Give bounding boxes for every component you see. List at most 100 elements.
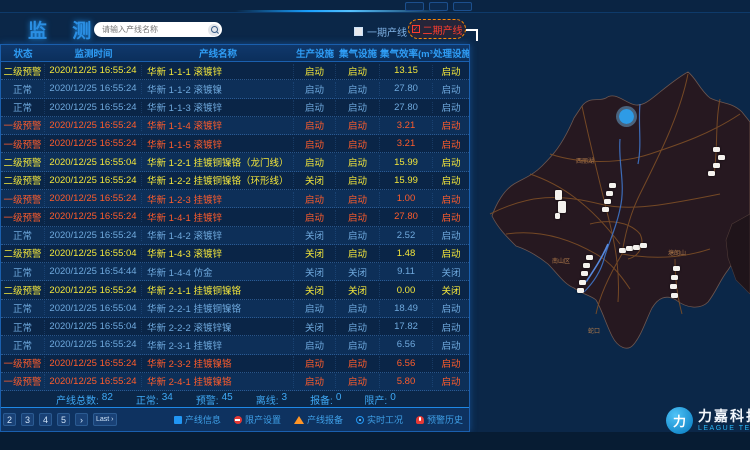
warning-value: 45 [222, 392, 233, 407]
table-row[interactable]: 一级预警2020/12/25 16:55:24华新 1-2-3 挂镀锌启动启动1… [1, 190, 469, 208]
table-row[interactable]: 一级预警2020/12/25 16:55:24华新 1-1-5 滚镀锌启动启动3… [1, 135, 469, 153]
table-cell: 关闭 [294, 320, 336, 334]
decor-box [453, 2, 472, 11]
search-box[interactable] [94, 22, 222, 37]
map-label: 西丽湖 [576, 156, 594, 165]
district-map[interactable]: 西丽湖塘朗山南山区蛇口 [470, 44, 750, 450]
search-input[interactable] [102, 25, 208, 34]
table-cell: 2020/12/25 16:55:24 [45, 230, 142, 241]
table-cell: 启动 [294, 338, 336, 352]
last-page-button[interactable]: Last › [93, 413, 117, 426]
table-cell: 关闭 [294, 228, 336, 242]
table-cell: 0.00 [380, 285, 433, 296]
page-button-3[interactable]: 3 [21, 413, 34, 426]
map-marker[interactable] [708, 171, 715, 176]
table-cell: 2020/12/25 16:55:24 [45, 339, 142, 350]
table-cell: 华新 2-4-1 挂镀镍铬 [142, 374, 294, 388]
table-cell: 2020/12/25 16:55:24 [45, 65, 142, 76]
realtime-status-icon [356, 416, 364, 424]
table-row[interactable]: 正常2020/12/25 16:54:44华新 1-4-4 仿金关闭关闭9.11… [1, 263, 469, 281]
table-row[interactable]: 一级预警2020/12/25 16:55:24华新 2-4-1 挂镀镍铬启动启动… [1, 373, 469, 391]
table-cell: 一级预警 [1, 374, 45, 388]
monitor-table-panel: 状态 监测时间 产线名称 生产设施 集气设施 集气效率(m³/s) 处理设施 二… [0, 44, 470, 432]
map-marker[interactable] [579, 280, 586, 285]
page-button-4[interactable]: 4 [39, 413, 52, 426]
table-row[interactable]: 二级预警2020/12/25 16:55:24华新 1-1-1 滚镀锌启动启动1… [1, 62, 469, 80]
map-label: 南山区 [552, 256, 570, 265]
table-row[interactable]: 正常2020/12/25 16:55:04华新 2-2-2 滚镀锌镍关闭启动17… [1, 318, 469, 336]
table-cell: 27.80 [380, 102, 433, 113]
map-marker[interactable] [713, 147, 720, 152]
phase2-button[interactable]: ✓ 二期产线 [408, 19, 466, 39]
table-cell: 一级预警 [1, 118, 45, 132]
table-row[interactable]: 正常2020/12/25 16:55:24华新 1-4-2 滚镀锌关闭启动2.5… [1, 227, 469, 245]
table-row[interactable]: 正常2020/12/25 16:55:24华新 2-3-1 挂镀锌启动启动6.5… [1, 336, 469, 354]
table-cell: 华新 1-2-2 挂镀铜镍铬（环形线） [142, 173, 294, 187]
col-gas-facility: 集气设施 [336, 46, 380, 60]
line-report-button[interactable]: 产线报备 [294, 413, 343, 426]
map-marker[interactable] [718, 155, 725, 160]
table-row[interactable]: 正常2020/12/25 16:55:24华新 1-1-3 滚镀锌启动启动27.… [1, 99, 469, 117]
map-marker[interactable] [633, 245, 640, 250]
map-marker[interactable] [673, 266, 680, 271]
limit-setting-button[interactable]: 限产设置 [234, 413, 281, 426]
page-button-5[interactable]: 5 [57, 413, 70, 426]
table-cell: 华新 1-1-5 滚镀锌 [142, 137, 294, 151]
table-cell: 关闭 [336, 283, 380, 297]
map-marker[interactable] [555, 190, 562, 200]
table-cell: 2020/12/25 16:55:24 [45, 102, 142, 113]
table-cell: 华新 1-2-3 挂镀锌 [142, 192, 294, 206]
table-cell: 启动 [433, 356, 469, 370]
table-row[interactable]: 正常2020/12/25 16:55:24华新 1-1-2 滚镀镍启动启动27.… [1, 80, 469, 98]
map-marker[interactable] [640, 243, 647, 248]
table-row[interactable]: 一级预警2020/12/25 16:55:24华新 1-1-4 滚镀锌启动启动3… [1, 117, 469, 135]
table-cell: 启动 [294, 210, 336, 224]
map-marker[interactable] [602, 207, 609, 212]
page-button-2[interactable]: 2 [3, 413, 16, 426]
table-cell: 2020/12/25 16:55:24 [45, 175, 142, 186]
checkbox-icon[interactable] [354, 27, 363, 36]
map-marker[interactable] [581, 271, 588, 276]
table-row[interactable]: 二级预警2020/12/25 16:55:24华新 1-2-2 挂镀铜镍铬（环形… [1, 172, 469, 190]
search-icon[interactable] [208, 24, 220, 36]
table-cell: 启动 [433, 155, 469, 169]
line-info-button[interactable]: 产线信息 [174, 413, 221, 426]
table-cell: 华新 1-1-3 滚镀锌 [142, 100, 294, 114]
table-cell: 2020/12/25 16:55:24 [45, 376, 142, 387]
map-marker[interactable] [671, 293, 678, 298]
map-marker[interactable] [713, 163, 720, 168]
table-cell: 关闭 [433, 265, 469, 279]
offline-label: 离线: [256, 392, 279, 407]
table-cell: 2020/12/25 16:55:24 [45, 193, 142, 204]
map-marker[interactable] [577, 288, 584, 293]
col-time: 监测时间 [45, 46, 142, 60]
phase1-checkbox[interactable]: 一期产线 [354, 24, 407, 39]
map-marker[interactable] [609, 183, 616, 188]
table-cell: 启动 [433, 118, 469, 132]
map-marker[interactable] [619, 248, 626, 253]
table-row[interactable]: 正常2020/12/25 16:55:04华新 2-2-1 挂镀铜镍铬启动启动1… [1, 300, 469, 318]
map-cluster-marker[interactable] [616, 106, 637, 127]
map-marker[interactable] [586, 255, 593, 260]
map-marker[interactable] [604, 199, 611, 204]
map-marker[interactable] [583, 263, 590, 268]
table-row[interactable]: 一级预警2020/12/25 16:55:24华新 1-4-1 挂镀锌启动启动2… [1, 208, 469, 226]
table-cell: 二级预警 [1, 246, 45, 260]
map-marker[interactable] [555, 213, 560, 219]
next-page-button[interactable]: › [75, 413, 88, 426]
table-row[interactable]: 二级预警2020/12/25 16:55:24华新 2-1-1 挂镀铜镍铬关闭关… [1, 281, 469, 299]
map-marker[interactable] [558, 201, 566, 213]
realtime-status-button[interactable]: 实时工况 [356, 413, 403, 426]
map-marker[interactable] [671, 275, 678, 280]
realtime-status-label: 实时工况 [367, 413, 403, 426]
table-row[interactable]: 一级预警2020/12/25 16:55:24华新 2-3-2 挂镀镍铬启动启动… [1, 355, 469, 373]
map-marker[interactable] [606, 191, 613, 196]
table-row[interactable]: 二级预警2020/12/25 16:55:04华新 1-2-1 挂镀铜镍铬（龙门… [1, 153, 469, 171]
table-cell: 华新 1-1-4 滚镀锌 [142, 118, 294, 132]
map-marker[interactable] [670, 284, 677, 289]
alarm-history-button[interactable]: 预警历史 [416, 413, 463, 426]
table-cell: 二级预警 [1, 283, 45, 297]
table-row[interactable]: 二级预警2020/12/25 16:55:04华新 1-4-3 滚镀锌关闭启动1… [1, 245, 469, 263]
map-marker[interactable] [626, 246, 633, 251]
table-cell: 启动 [336, 301, 380, 315]
